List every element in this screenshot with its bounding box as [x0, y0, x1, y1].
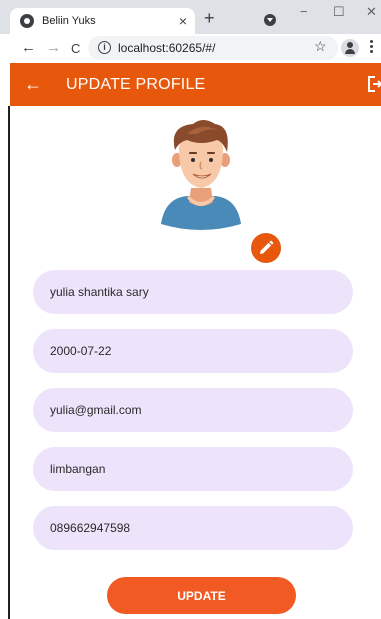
kebab-menu-icon[interactable]: [370, 40, 373, 54]
maximize-button[interactable]: ☐: [333, 4, 345, 20]
user-avatar: [157, 118, 245, 240]
browser-tab-strip: Beliin Yuks × + − ☐ ✕: [0, 0, 381, 34]
new-tab-button[interactable]: +: [204, 7, 215, 29]
info-icon[interactable]: i: [98, 41, 111, 54]
update-button[interactable]: UPDATE: [107, 577, 296, 614]
page-margin: [371, 106, 381, 619]
url-text[interactable]: localhost:60265/#/: [118, 41, 215, 55]
update-button-label: UPDATE: [177, 589, 226, 603]
back-button[interactable]: ←: [21, 39, 36, 57]
close-window-button[interactable]: ✕: [366, 4, 377, 20]
globe-icon: [20, 14, 34, 28]
email-field[interactable]: yulia@gmail.com: [33, 388, 353, 432]
edit-avatar-button[interactable]: [251, 233, 281, 263]
back-arrow-icon[interactable]: ←: [24, 73, 42, 95]
tab-search-icon[interactable]: [264, 14, 276, 26]
phone-field-value[interactable]: 089662947598: [50, 521, 130, 535]
browser-toolbar: ← → C i localhost:60265/#/ ☆: [0, 34, 381, 62]
tab-title: Beliin Yuks: [42, 15, 96, 27]
minimize-button[interactable]: −: [300, 4, 308, 20]
phone-field[interactable]: 089662947598: [33, 506, 353, 550]
close-tab-icon[interactable]: ×: [179, 11, 187, 31]
screen: Beliin Yuks × + − ☐ ✕ ← → C i localhost:…: [0, 0, 381, 619]
bookmark-star-icon[interactable]: ☆: [314, 38, 327, 55]
forward-button[interactable]: →: [46, 39, 61, 57]
address-field[interactable]: limbangan: [33, 447, 353, 491]
birthdate-field-value[interactable]: 2000-07-22: [50, 344, 111, 358]
app-bar: ← UPDATE PROFILE: [10, 63, 381, 106]
name-field[interactable]: yulia shantika sary: [33, 270, 353, 314]
account-icon[interactable]: [341, 39, 359, 57]
address-field-value[interactable]: limbangan: [50, 462, 105, 476]
email-field-value[interactable]: yulia@gmail.com: [50, 403, 142, 417]
pencil-icon: [260, 240, 274, 254]
page-title: UPDATE PROFILE: [66, 76, 206, 93]
reload-button[interactable]: C: [71, 40, 80, 58]
address-bar[interactable]: i localhost:60265/#/ ☆: [88, 36, 338, 60]
logout-icon[interactable]: [367, 75, 381, 93]
birthdate-field[interactable]: 2000-07-22: [33, 329, 353, 373]
name-field-value[interactable]: yulia shantika sary: [50, 285, 149, 299]
browser-tab[interactable]: Beliin Yuks ×: [10, 8, 195, 34]
